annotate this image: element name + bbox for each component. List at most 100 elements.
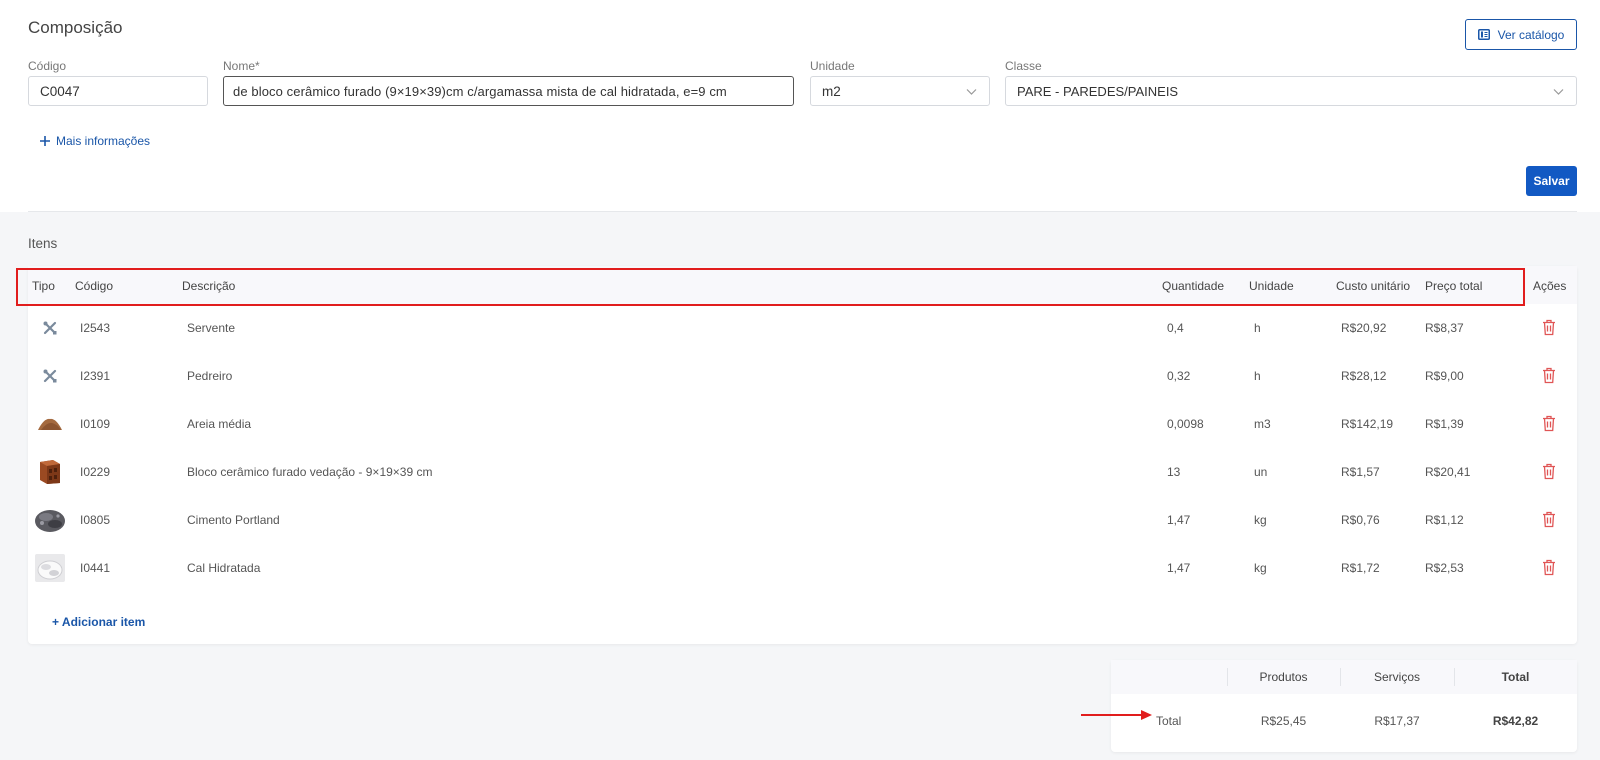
totals-header-total: Total (1501, 670, 1530, 684)
chevron-down-icon (966, 89, 977, 95)
column-header-total-price[interactable]: Preço total (1425, 279, 1482, 293)
item-quantity: 0,0098 (1167, 417, 1204, 431)
column-header-actions: Ações (1533, 279, 1567, 293)
totals-grand-total-value: R$42,82 (1492, 714, 1539, 728)
unit-value: m2 (822, 83, 841, 99)
item-code: I2391 (80, 369, 111, 383)
item-unit: h (1254, 369, 1261, 383)
item-description: Cimento Portland (187, 513, 280, 527)
totals-header-products: Produtos (1259, 670, 1308, 684)
code-label: Código (28, 59, 67, 73)
item-unit-cost: R$0,76 (1341, 513, 1380, 527)
table-row[interactable]: I2543 Servente 0,4 h R$20,92 R$8,37 (28, 304, 1577, 352)
name-field[interactable]: de bloco cerâmico furado (9×19×39)cm c/a… (223, 76, 794, 106)
item-quantity: 1,47 (1167, 513, 1191, 527)
item-total-price: R$1,12 (1425, 513, 1464, 527)
item-description: Bloco cerâmico furado vedação - 9×19×39 … (187, 465, 433, 479)
plus-icon (40, 136, 50, 146)
view-catalog-label: Ver catálogo (1497, 27, 1565, 42)
trash-icon[interactable] (1542, 367, 1556, 384)
item-unit-cost: R$28,12 (1341, 369, 1387, 383)
brick-icon (34, 456, 66, 488)
more-info-link[interactable]: Mais informações (40, 134, 150, 148)
item-code: I0109 (80, 417, 111, 431)
name-label: Nome* (223, 59, 260, 73)
table-row[interactable]: I0441 Cal Hidratada 1,47 kg R$1,72 R$2,5… (28, 544, 1577, 592)
code-value: C0047 (40, 83, 80, 99)
code-field[interactable]: C0047 (28, 76, 208, 106)
lime-icon (34, 552, 66, 584)
totals-row-label: Total (1156, 714, 1182, 728)
trash-icon[interactable] (1542, 415, 1556, 432)
item-description: Cal Hidratada (187, 561, 261, 575)
name-value: de bloco cerâmico furado (9×19×39)cm c/a… (233, 83, 727, 99)
item-code: I0441 (80, 561, 111, 575)
item-unit: kg (1254, 513, 1267, 527)
item-code: I2543 (80, 321, 111, 335)
item-description: Pedreiro (187, 369, 233, 383)
item-description: Servente (187, 321, 236, 335)
column-header-description[interactable]: Descrição (182, 279, 235, 293)
item-description: Areia média (187, 417, 252, 431)
divider (28, 211, 1577, 212)
item-total-price: R$9,00 (1425, 369, 1464, 383)
column-header-code[interactable]: Código (75, 279, 113, 293)
trash-icon[interactable] (1542, 319, 1556, 336)
sand-icon (34, 408, 66, 440)
item-unit: h (1254, 321, 1261, 335)
more-info-label: Mais informações (56, 134, 151, 148)
unit-select[interactable]: m2 (810, 76, 990, 106)
chevron-down-icon (1553, 89, 1564, 95)
item-unit-cost: R$1,57 (1341, 465, 1380, 479)
column-header-quantity[interactable]: Quantidade (1162, 279, 1224, 293)
column-header-unit-cost[interactable]: Custo unitário (1336, 279, 1410, 293)
trash-icon[interactable] (1542, 463, 1556, 480)
table-row[interactable]: I0229 Bloco cerâmico furado vedação - 9×… (28, 448, 1577, 496)
item-total-price: R$20,41 (1425, 465, 1471, 479)
item-total-price: R$2,53 (1425, 561, 1464, 575)
item-quantity: 13 (1167, 465, 1181, 479)
item-unit: m3 (1254, 417, 1271, 431)
item-unit-cost: R$142,19 (1341, 417, 1394, 431)
totals-services-value: R$17,37 (1374, 714, 1420, 728)
item-code: I0805 (80, 513, 111, 527)
tools-icon (34, 360, 66, 392)
catalog-icon (1477, 29, 1490, 40)
totals-header-services: Serviços (1373, 670, 1420, 684)
trash-icon[interactable] (1542, 511, 1556, 528)
item-quantity: 1,47 (1167, 561, 1191, 575)
item-unit-cost: R$1,72 (1341, 561, 1380, 575)
table-header: Tipo Código Descrição Quantidade Unidade… (28, 266, 1577, 304)
items-table: Tipo Código Descrição Quantidade Unidade… (28, 266, 1577, 644)
view-catalog-button[interactable]: Ver catálogo (1465, 19, 1577, 50)
table-row[interactable]: I0109 Areia média 0,0098 m3 R$142,19 R$1… (28, 400, 1577, 448)
page-title: Composição (28, 18, 123, 37)
items-section-title: Itens (28, 236, 58, 251)
save-button[interactable]: Salvar (1526, 166, 1577, 196)
item-quantity: 0,32 (1167, 369, 1191, 383)
item-total-price: R$8,37 (1425, 321, 1464, 335)
item-unit: kg (1254, 561, 1267, 575)
cement-icon (34, 504, 66, 536)
item-quantity: 0,4 (1167, 321, 1184, 335)
class-select[interactable]: PARE - PAREDES/PAINEIS (1005, 76, 1577, 106)
add-item-button[interactable]: + Adicionar item (52, 615, 145, 629)
column-header-unit[interactable]: Unidade (1249, 279, 1294, 293)
totals-header: Produtos Serviços Total (1111, 660, 1577, 694)
class-value: PARE - PAREDES/PAINEIS (1017, 83, 1179, 99)
unit-label: Unidade (810, 59, 855, 73)
item-code: I0229 (80, 465, 111, 479)
tools-icon (34, 312, 66, 344)
totals-products-value: R$25,45 (1260, 714, 1307, 728)
item-unit-cost: R$20,92 (1341, 321, 1387, 335)
table-row[interactable]: I0805 Cimento Portland 1,47 kg R$0,76 R$… (28, 496, 1577, 544)
composition-panel: Composição Ver catálogo Código C0047 Nom… (0, 0, 1600, 212)
arrow-right-icon (1081, 710, 1152, 720)
trash-icon[interactable] (1542, 559, 1556, 576)
item-total-price: R$1,39 (1425, 417, 1464, 431)
table-row[interactable]: I2391 Pedreiro 0,32 h R$28,12 R$9,00 (28, 352, 1577, 400)
class-label: Classe (1005, 59, 1042, 73)
totals-table: Produtos Serviços Total Total R$25,45 R$… (1111, 660, 1577, 752)
column-header-type[interactable]: Tipo (32, 279, 55, 293)
item-unit: un (1254, 465, 1268, 479)
